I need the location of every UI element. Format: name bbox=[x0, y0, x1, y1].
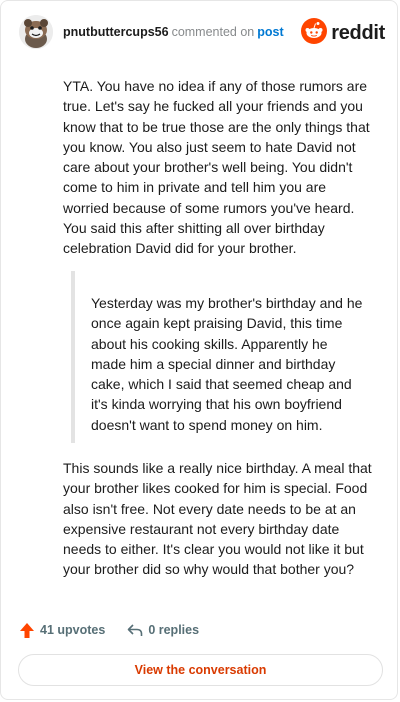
reddit-logo-icon bbox=[301, 18, 328, 49]
reply-count: 0 replies bbox=[148, 623, 200, 637]
reddit-wordmark: reddit bbox=[331, 22, 385, 44]
reply-arrow-icon bbox=[127, 623, 143, 638]
comment-header: pnutbuttercups56 commented on post reddit bbox=[19, 14, 385, 50]
comment-footer: 41 upvotes 0 replies bbox=[19, 621, 221, 639]
comment-card: pnutbuttercups56 commented on post reddit … bbox=[0, 0, 398, 700]
upvote-count: 41 upvotes bbox=[40, 623, 106, 637]
quote-text: Yesterday was my brother's birthday and … bbox=[91, 295, 363, 433]
post-link[interactable]: post bbox=[257, 25, 283, 39]
blockquote: Yesterday was my brother's birthday and … bbox=[71, 271, 375, 443]
comment-meta: pnutbuttercups56 commented on post bbox=[63, 24, 284, 40]
user-avatar-icon[interactable] bbox=[19, 15, 53, 49]
reddit-brand[interactable]: reddit bbox=[301, 18, 385, 49]
upvote-button[interactable]: 41 upvotes bbox=[19, 622, 105, 639]
action-text: commented on bbox=[171, 25, 255, 39]
view-conversation-button[interactable]: View the conversation bbox=[18, 654, 383, 686]
comment-paragraph: YTA. You have no idea if any of those ru… bbox=[63, 78, 370, 257]
comment-paragraph: This sounds like a really nice birthday.… bbox=[63, 460, 372, 578]
reply-button[interactable]: 0 replies bbox=[127, 623, 199, 638]
username-link[interactable]: pnutbuttercups56 bbox=[63, 25, 169, 39]
upvote-arrow-icon bbox=[19, 622, 35, 639]
